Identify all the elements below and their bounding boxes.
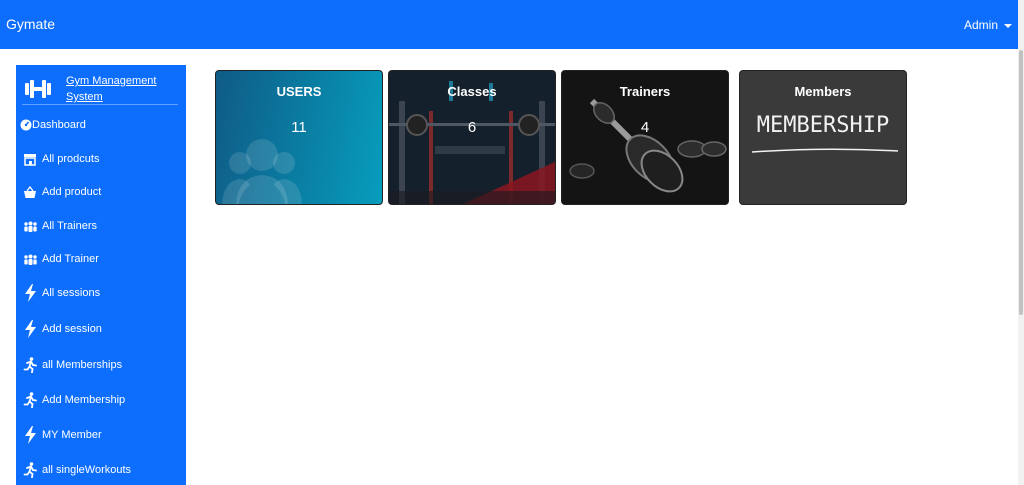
running-icon	[22, 357, 38, 373]
classes-card[interactable]: Classes 6	[388, 70, 556, 205]
users-icon	[222, 139, 302, 204]
bolt-icon	[22, 284, 38, 302]
sidebar-item-label: All prodcuts	[42, 153, 100, 165]
basket-icon	[22, 184, 38, 200]
sidebar-item-all-products[interactable]: All prodcuts	[22, 148, 99, 170]
card-count: 4	[640, 119, 650, 136]
card-count: 11	[291, 119, 307, 136]
sidebar-item-add-membership[interactable]: Add Membership	[22, 389, 125, 411]
brand-logo-text[interactable]: Gymate	[6, 16, 55, 32]
user-menu-dropdown[interactable]: Admin	[964, 18, 1013, 32]
user-menu-label: Admin	[964, 18, 999, 32]
sidebar-item-my-member[interactable]: MY Member	[22, 424, 102, 446]
membership-chalkboard-text: MEMBERSHIP	[756, 113, 890, 138]
sidebar-item-label: Add session	[42, 323, 102, 335]
sidebar-item-label: Add product	[42, 186, 102, 198]
trainers-card[interactable]: Trainers 4	[561, 70, 729, 205]
sidebar-item-label: MY Member	[42, 429, 102, 441]
people-icon	[22, 251, 38, 267]
scrollbar-thumb[interactable]	[1019, 50, 1023, 315]
caret-down-icon	[1004, 23, 1013, 28]
sidebar-item-label: Add Membership	[42, 394, 126, 406]
sidebar-item-add-product[interactable]: Add product	[22, 181, 101, 203]
sidebar-title-link[interactable]: Gym Management System	[66, 73, 176, 105]
users-card[interactable]: USERS 11	[215, 70, 383, 205]
sidebar-item-add-session[interactable]: Add session	[22, 318, 102, 340]
sidebar-item-label: all singleWorkouts	[42, 464, 132, 476]
bolt-icon	[22, 320, 38, 338]
chalk-underline	[751, 148, 899, 153]
sidebar-item-all-memberships[interactable]: all Memberships	[22, 354, 122, 376]
sidebar-item-label: All Trainers	[42, 220, 98, 232]
sidebar-item-label: all Memberships	[42, 359, 123, 371]
top-navbar: Gymate Admin	[0, 0, 1018, 49]
sidebar-item-add-trainer[interactable]: Add Trainer	[22, 248, 99, 270]
sidebar-item-label: Add Trainer	[42, 253, 99, 265]
card-title: Classes	[447, 84, 497, 99]
card-title: USERS	[276, 84, 322, 99]
card-title: Members	[794, 84, 852, 99]
people-icon	[22, 218, 38, 234]
gauge-icon	[20, 117, 32, 133]
running-icon	[22, 462, 38, 478]
card-count: 6	[467, 119, 477, 136]
sidebar-item-all-single-workouts[interactable]: all singleWorkouts	[22, 459, 131, 481]
sidebar-item-dashboard[interactable]: Dashboard	[20, 114, 86, 136]
sidebar-item-all-sessions[interactable]: All sessions	[22, 282, 100, 304]
sidebar-item-label: Dashboard	[32, 119, 86, 131]
sidebar-item-label: All sessions	[42, 287, 101, 299]
card-title: Trainers	[619, 84, 671, 99]
running-icon	[22, 392, 38, 408]
sidebar-header: Gym Management System	[22, 71, 178, 105]
bolt-icon	[22, 426, 38, 444]
dumbbell-icon	[25, 80, 51, 98]
sidebar-item-all-trainers[interactable]: All Trainers	[22, 215, 97, 237]
members-card[interactable]: Members MEMBERSHIP	[739, 70, 907, 205]
store-icon	[22, 151, 38, 167]
page-scrollbar[interactable]	[1018, 0, 1024, 485]
sidebar: Gym Management System Dashboard All prod…	[16, 65, 186, 485]
